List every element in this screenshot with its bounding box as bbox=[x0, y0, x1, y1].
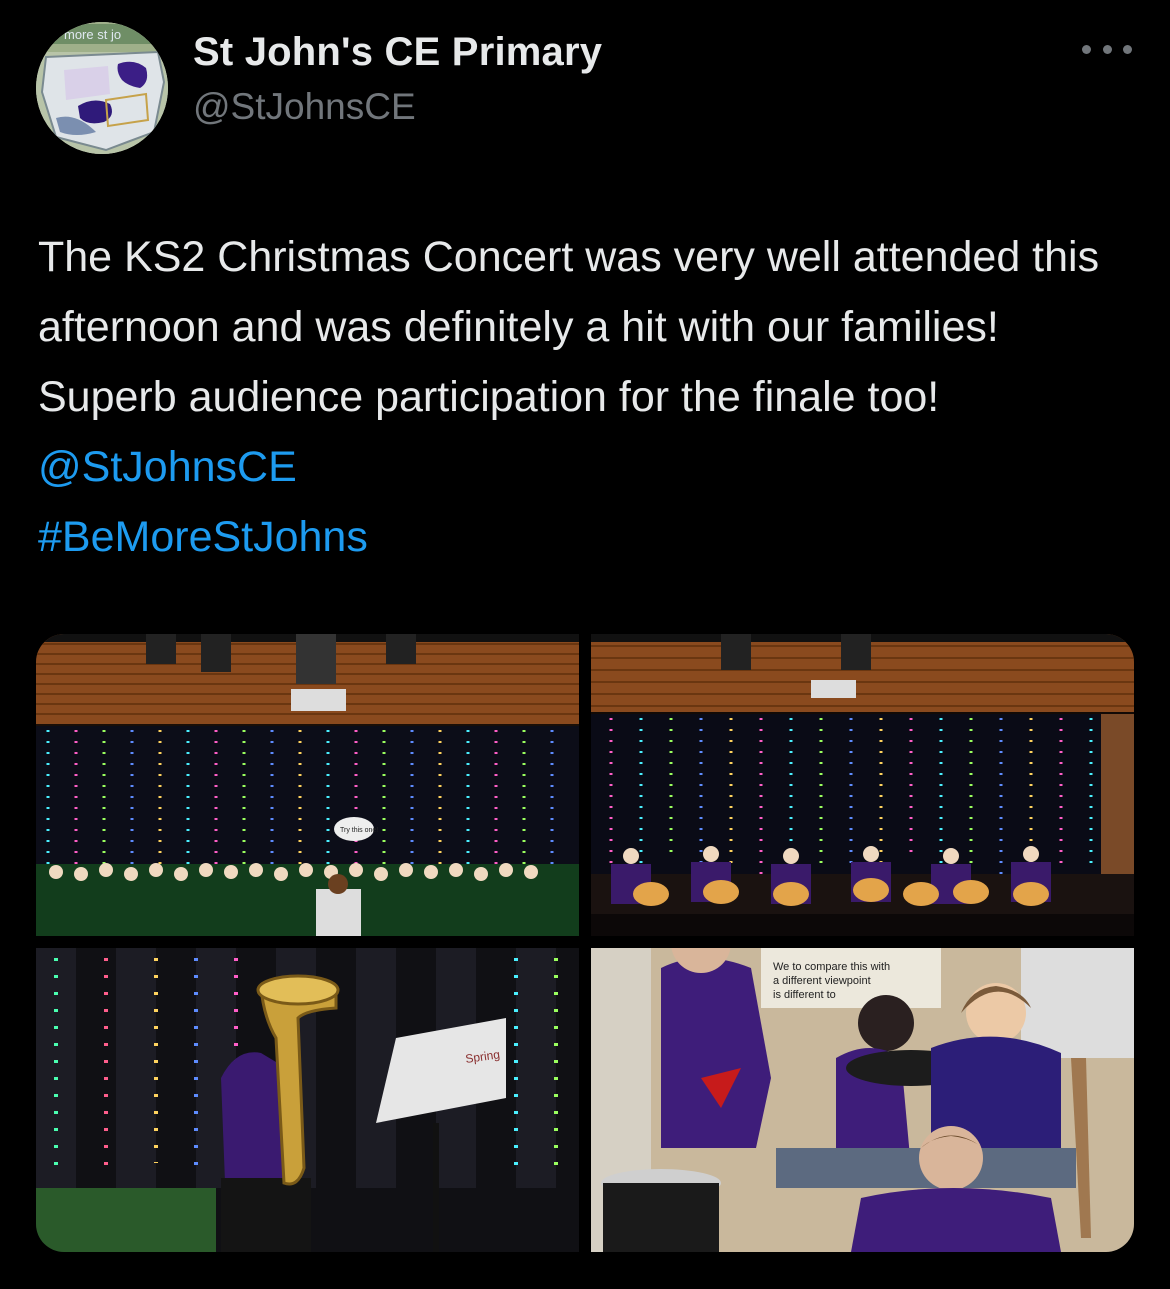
avatar[interactable]: more st jo bbox=[36, 22, 168, 154]
tweet-text: The KS2 Christmas Concert was very well … bbox=[38, 222, 1138, 572]
tweet: more st jo St John's CE Primary @StJohns… bbox=[0, 0, 1170, 1289]
avatar-text: more st jo bbox=[64, 27, 121, 42]
school-logo-image: more st jo bbox=[36, 22, 168, 154]
photo-tuba[interactable]: Spring bbox=[36, 948, 579, 1252]
poster-text: Try this one! bbox=[340, 827, 378, 834]
whiteboard-line-2: a different viewpoint bbox=[773, 975, 871, 987]
more-dot bbox=[1123, 44, 1132, 54]
photo-guitars[interactable] bbox=[591, 634, 1134, 936]
author-handle[interactable]: @StJohnsCE bbox=[193, 86, 416, 128]
drum-group-image: We to compare this with a different view… bbox=[591, 948, 1134, 1252]
mention-link[interactable]: @StJohnsCE bbox=[38, 443, 297, 491]
photo-drums[interactable]: We to compare this with a different view… bbox=[591, 948, 1134, 1252]
photo-choir[interactable]: Try this one! bbox=[36, 634, 579, 936]
media-grid: Try this one! Spring We to compare this … bbox=[36, 634, 1134, 1252]
whiteboard-line-3: is different to bbox=[773, 989, 836, 1001]
guitar-ensemble-image bbox=[591, 634, 1134, 936]
tuba-player-image: Spring bbox=[36, 948, 579, 1252]
choir-image: Try this one! bbox=[36, 634, 579, 936]
more-options-button[interactable] bbox=[1082, 34, 1132, 64]
more-dot bbox=[1102, 44, 1112, 54]
hashtag-link[interactable]: #BeMoreStJohns bbox=[38, 513, 368, 561]
tweet-body: The KS2 Christmas Concert was very well … bbox=[38, 233, 1100, 421]
author-name[interactable]: St John's CE Primary bbox=[193, 30, 602, 75]
whiteboard-line-1: We to compare this with bbox=[773, 961, 890, 973]
more-horizontal-icon bbox=[1082, 44, 1091, 54]
